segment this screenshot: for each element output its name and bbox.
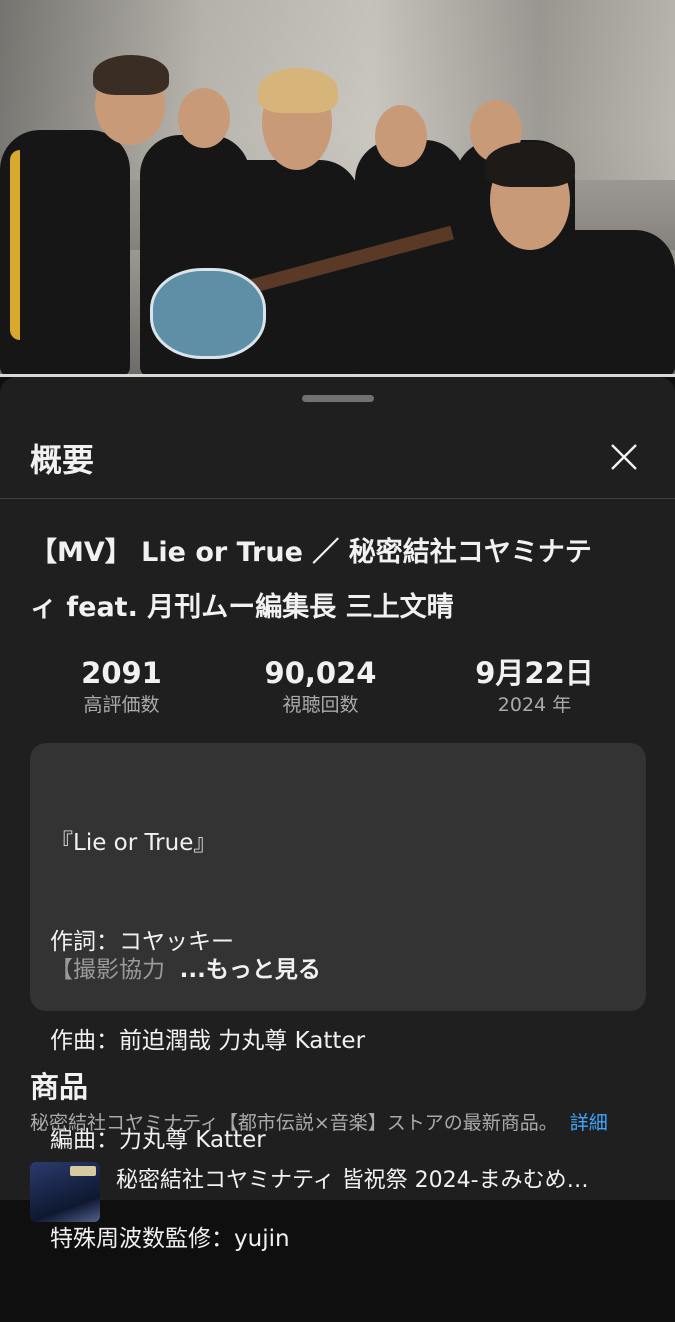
likes-stat: 2091 高評価数: [9, 655, 234, 719]
video-figure-hair: [93, 55, 169, 95]
show-more-button[interactable]: ...もっと見る: [180, 957, 321, 983]
close-icon: [611, 444, 637, 470]
likes-count: 2091: [81, 656, 162, 690]
divider: [0, 498, 675, 499]
product-title[interactable]: 秘密結社コヤミナティ 皆祝祭 2024-まみむめ…: [116, 1162, 589, 1194]
description-line: 作曲：前迫潤哉 力丸尊 Katter: [50, 1028, 366, 1054]
video-title-line: 【MV】 Lie or True ／ 秘密結社コヤミナテ: [30, 537, 592, 568]
description-text: 『Lie or True』 作詞：コヤッキー 作曲：前迫潤哉 力丸尊 Katte…: [50, 761, 365, 1322]
views-label: 視聴回数: [282, 694, 359, 716]
views-count: 90,024: [264, 656, 377, 690]
publish-year: 2024 年: [497, 694, 572, 716]
video-figure-scarf: [10, 150, 130, 340]
views-stat: 90,024 視聴回数: [208, 655, 433, 719]
video-stats: 2091 高評価数 90,024 視聴回数 9月22日 2024 年: [0, 655, 675, 725]
description-line: 特殊周波数監修：yujin: [50, 1226, 290, 1252]
drag-handle[interactable]: [302, 395, 374, 402]
description-sheet: 概要 【MV】 Lie or True ／ 秘密結社コヤミナテ ィ feat. …: [0, 377, 675, 1252]
video-figure-hair: [258, 68, 338, 113]
video-figure-head: [375, 105, 427, 167]
video-figure-head: [178, 88, 230, 148]
description-truncated-row: 【撮影協力 ...もっと見る: [50, 954, 321, 987]
description-line: 『Lie or True』: [50, 830, 217, 856]
products-subtitle: 秘密結社コヤミナティ【都市伝説×音楽】ストアの最新商品。 詳細: [30, 1108, 608, 1135]
products-subtitle-text: 秘密結社コヤミナティ【都市伝説×音楽】ストアの最新商品。: [30, 1112, 558, 1134]
product-thumbnail[interactable]: [30, 1162, 100, 1222]
video-figure-hair: [485, 142, 575, 187]
description-box[interactable]: 『Lie or True』 作詞：コヤッキー 作曲：前迫潤哉 力丸尊 Katte…: [30, 743, 646, 1252]
video-figure: [470, 230, 675, 377]
close-button[interactable]: [604, 437, 644, 477]
video-title-line: ィ feat. 月刊ムー編集長 三上文晴: [30, 592, 454, 623]
details-link[interactable]: 詳細: [570, 1112, 608, 1134]
video-player[interactable]: [0, 0, 675, 377]
guitar-body: [150, 268, 266, 359]
date-stat: 9月22日 2024 年: [422, 655, 647, 719]
sheet-title: 概要: [30, 441, 95, 479]
likes-label: 高評価数: [83, 694, 160, 716]
products-heading: 商品: [30, 1070, 89, 1104]
description-truncated-text: 【撮影協力: [50, 957, 165, 983]
video-title: 【MV】 Lie or True ／ 秘密結社コヤミナテ ィ feat. 月刊ム…: [30, 525, 650, 635]
product-thumbnail-logo: [70, 1166, 96, 1176]
publish-date: 9月22日: [475, 656, 594, 690]
